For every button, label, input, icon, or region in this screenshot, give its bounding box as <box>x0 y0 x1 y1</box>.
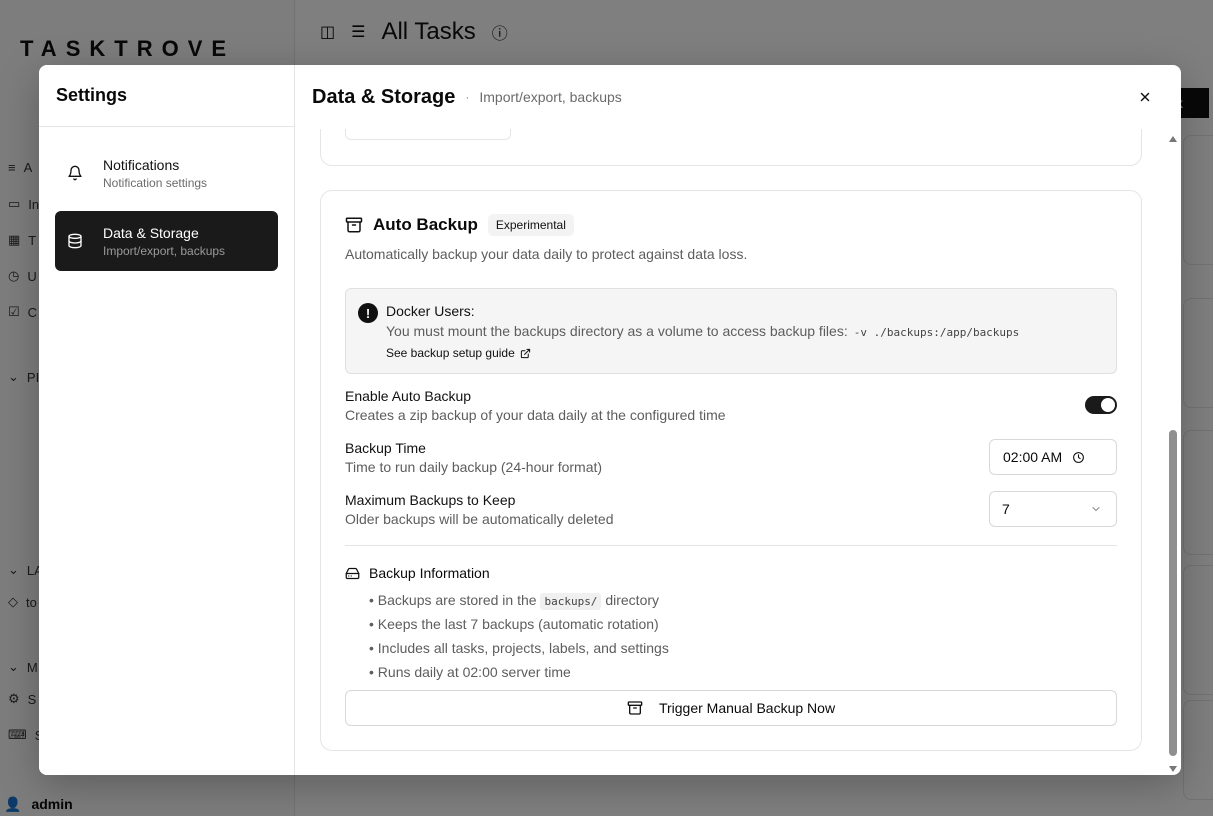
list-item: • Backups are stored in the backups/ dir… <box>369 592 660 610</box>
scroll-up-icon[interactable] <box>1168 135 1178 143</box>
nav-item-subtitle: Notification settings <box>103 175 208 190</box>
enable-auto-backup-setting: Enable Auto Backup Creates a zip backup … <box>345 388 1117 428</box>
max-backups-select[interactable]: 7 <box>989 491 1117 527</box>
nav-item-title: Notifications <box>103 156 180 173</box>
settings-sidebar: Settings Notifications Notification sett… <box>39 65 295 775</box>
settings-main: Data & Storage · Import/export, backups … <box>295 65 1181 775</box>
trigger-manual-backup-button[interactable]: Trigger Manual Backup Now <box>345 690 1117 726</box>
settings-dialog: Settings Notifications Notification sett… <box>39 65 1181 775</box>
chevron-down-icon <box>1092 507 1100 512</box>
alert-icon: ! <box>358 303 378 323</box>
section-subtitle: Import/export, backups <box>479 89 622 105</box>
hard-drive-icon <box>345 567 360 579</box>
scroll-down-icon[interactable] <box>1168 765 1178 773</box>
list-item: • Includes all tasks, projects, labels, … <box>369 640 669 656</box>
database-icon <box>67 233 83 249</box>
auto-backup-card: Auto Backup Experimental Automatically b… <box>320 190 1142 751</box>
backup-info-title: Backup Information <box>369 565 490 581</box>
list-item: • Keeps the last 7 backups (automatic ro… <box>369 616 659 632</box>
content-scrollbar[interactable] <box>1167 129 1179 775</box>
scrollbar-thumb[interactable] <box>1169 430 1177 756</box>
backup-info-list: • Backups are stored in the backups/ dir… <box>369 588 669 684</box>
backup-info-header: Backup Information <box>345 565 490 581</box>
backup-time-setting: Backup Time Time to run daily backup (24… <box>345 439 1117 480</box>
alert-body: You must mount the backups directory as … <box>386 323 1020 339</box>
auto-backup-toggle[interactable] <box>1085 396 1117 414</box>
setting-label: Enable Auto Backup <box>345 388 472 404</box>
auto-backup-title: Auto Backup <box>373 215 478 234</box>
archive-icon <box>627 701 643 715</box>
divider <box>345 545 1117 546</box>
section-title: Data & Storage <box>312 85 456 108</box>
toggle-knob <box>1101 398 1115 412</box>
auto-backup-header: Auto Backup Experimental <box>345 214 574 236</box>
backup-guide-link[interactable]: See backup setup guide <box>386 346 531 360</box>
close-button[interactable] <box>1135 87 1155 107</box>
alert-title: Docker Users: <box>386 303 475 319</box>
section-header: Data & Storage · Import/export, backups <box>295 65 1181 129</box>
settings-content: Auto Backup Experimental Automatically b… <box>295 129 1181 775</box>
nav-item-title: Data & Storage <box>103 224 199 241</box>
archive-icon <box>345 217 363 233</box>
bell-icon <box>67 165 83 181</box>
experimental-badge: Experimental <box>487 214 574 236</box>
settings-nav-notifications[interactable]: Notifications Notification settings <box>55 143 278 203</box>
clock-icon[interactable] <box>1072 451 1085 464</box>
backup-time-input[interactable]: 02:00 AM <box>989 439 1117 475</box>
auto-backup-description: Automatically backup your data daily to … <box>345 246 748 262</box>
list-item: • Runs daily at 02:00 server time <box>369 664 571 680</box>
header-separator: · <box>465 90 470 104</box>
setting-description: Creates a zip backup of your data daily … <box>345 407 726 423</box>
external-link-icon <box>520 348 530 358</box>
close-icon <box>1140 92 1150 102</box>
docker-alert: ! Docker Users: You must mount the backu… <box>345 288 1117 374</box>
nav-item-subtitle: Import/export, backups <box>103 243 226 258</box>
settings-title: Settings <box>39 65 294 127</box>
volume-command: -v ./backups:/app/backups <box>853 326 1020 339</box>
previous-card <box>320 129 1142 166</box>
backups-dir-code: backups/ <box>540 593 602 610</box>
settings-nav: Notifications Notification settings Data… <box>39 127 294 295</box>
settings-nav-data-storage[interactable]: Data & Storage Import/export, backups <box>55 211 278 271</box>
previous-card-button[interactable] <box>345 129 511 140</box>
max-backups-setting: Maximum Backups to Keep Older backups wi… <box>345 491 1117 532</box>
